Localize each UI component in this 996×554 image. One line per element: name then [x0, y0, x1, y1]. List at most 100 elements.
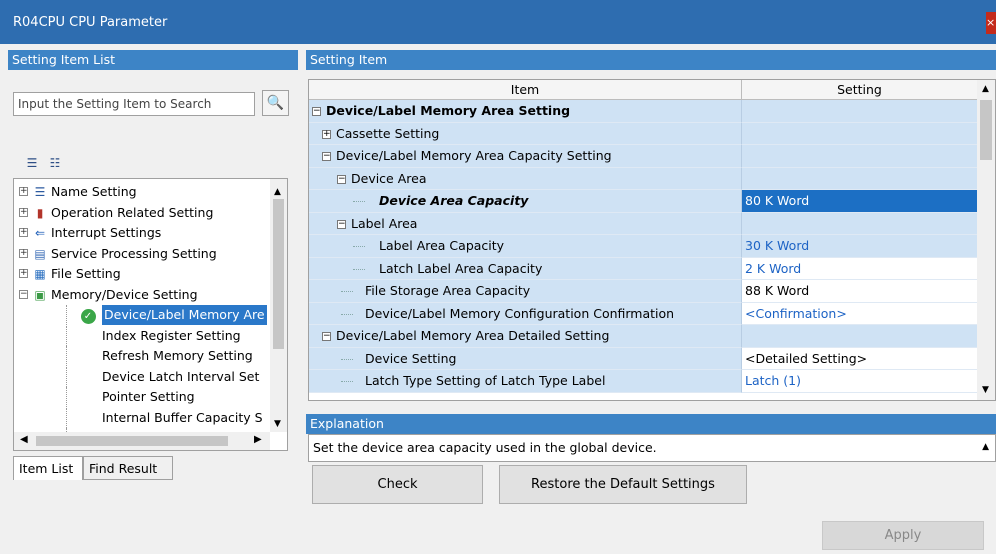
tree-item[interactable]: + ⇐ Interrupt Settings — [14, 223, 270, 243]
item-label: Latch Type Setting of Latch Type Label — [365, 373, 606, 388]
operation-setting-icon: ▮ — [36, 205, 44, 220]
column-header-setting: Setting — [741, 80, 977, 100]
item-cell: Latch Label Area Capacity — [309, 257, 741, 280]
tree-item[interactable]: + ▦ File Setting — [14, 264, 270, 284]
grid-scroll-up-icon[interactable]: ▲ — [982, 84, 989, 94]
expand-icon[interactable]: + — [19, 207, 28, 217]
tree-connector — [66, 325, 68, 346]
setting-row[interactable]: + Cassette Setting — [309, 122, 977, 145]
expand-icon[interactable]: + — [19, 269, 28, 278]
tree-item[interactable]: Pointer Setting — [14, 387, 270, 407]
tree-item[interactable]: Index Register Setting — [14, 325, 270, 346]
setting-value-cell — [741, 212, 977, 235]
binoculars-icon: 🔍 — [266, 95, 285, 111]
item-label: Device Area Capacity — [379, 193, 529, 208]
setting-row[interactable]: − Device/Label Memory Area Capacity Setti… — [309, 145, 977, 168]
collapse-all-icon[interactable]: ☷ — [46, 155, 64, 171]
collapse-icon[interactable]: − — [322, 152, 331, 161]
tree-item-label: Operation Related Setting — [51, 204, 214, 220]
search-input[interactable]: Input the Setting Item to Search — [13, 92, 255, 116]
tree-item[interactable]: Device Latch Interval Set — [14, 366, 270, 387]
tree-item-label: Refresh Memory Setting — [102, 348, 253, 363]
collapse-icon[interactable]: − — [337, 219, 346, 229]
grid-vertical-scrollbar[interactable]: ▲ ▼ — [977, 80, 995, 400]
interrupt-icon: ⇐ — [34, 226, 46, 240]
setting-row[interactable]: − Device/Label Memory Area Detailed Setti… — [309, 325, 977, 348]
setting-row[interactable]: Device Setting <Detailed Setting> — [309, 347, 977, 370]
tree-item-label: Memory/Device Setting — [51, 286, 198, 302]
tree-vertical-scrollbar[interactable]: ▲ ▼ — [270, 179, 287, 432]
scroll-left-icon[interactable]: ◀ — [20, 434, 28, 445]
setting-row[interactable]: File Storage Area Capacity 88 K Word — [309, 280, 977, 303]
tree-hscroll-thumb[interactable] — [36, 436, 228, 446]
item-label: Device Setting — [365, 350, 457, 366]
item-label: Device Area — [351, 170, 427, 186]
tree-item[interactable]: ✓ Device/Label Memory Are — [14, 305, 270, 325]
tree-scroll-thumb[interactable] — [273, 199, 284, 349]
setting-value-cell[interactable]: 2 K Word — [741, 257, 977, 280]
apply-button[interactable]: Apply — [822, 521, 984, 550]
close-button[interactable]: × — [986, 12, 996, 34]
setting-row[interactable]: − Device Area — [309, 167, 977, 190]
tree-connector — [341, 313, 353, 316]
expand-icon[interactable]: + — [322, 129, 331, 139]
item-cell: Device Setting — [309, 347, 741, 370]
setting-row[interactable]: Latch Label Area Capacity 2 K Word — [309, 257, 977, 280]
tree-item[interactable]: + ▤ Service Processing Setting — [14, 244, 270, 264]
scroll-up-icon[interactable]: ▲ — [274, 187, 281, 197]
grid-scroll-thumb[interactable] — [980, 100, 992, 160]
collapse-icon[interactable]: − — [19, 289, 28, 299]
item-cell: − Label Area — [309, 212, 741, 235]
name-setting-icon: ☰ — [34, 185, 46, 199]
setting-row[interactable]: Device Area Capacity 80 K Word — [309, 190, 977, 213]
collapse-icon[interactable]: − — [312, 107, 321, 116]
item-label: Device/Label Memory Area Detailed Settin… — [336, 328, 610, 343]
setting-row[interactable]: − Label Area — [309, 212, 977, 235]
memory-device-icon: ▣ — [34, 287, 46, 302]
setting-row[interactable]: Latch Type Setting of Latch Type Label La… — [309, 370, 977, 393]
grid-scroll-down-icon[interactable]: ▼ — [982, 385, 989, 395]
expand-icon[interactable]: + — [19, 228, 28, 237]
tree-item[interactable]: − ▣ Memory/Device Setting — [14, 285, 270, 305]
item-label: File Storage Area Capacity — [365, 283, 531, 298]
tree-item[interactable]: + ▮ Operation Related Setting — [14, 203, 270, 223]
restore-default-button[interactable]: Restore the Default Settings — [499, 465, 747, 504]
tab-find-result[interactable]: Find Result — [83, 456, 173, 480]
collapse-icon[interactable]: − — [337, 174, 346, 184]
tree-connector — [353, 201, 365, 203]
expand-all-icon[interactable]: ☰ — [23, 155, 41, 171]
setting-row[interactable]: Device/Label Memory Configuration Confir… — [309, 302, 977, 325]
item-cell: Device Area Capacity — [309, 190, 741, 213]
setting-value-cell[interactable]: 80 K Word — [741, 190, 977, 213]
setting-grid: Item Setting − Device/Label Memory Area S… — [308, 79, 996, 401]
item-cell: − Device/Label Memory Area Capacity Setti… — [309, 145, 741, 168]
setting-value-cell[interactable]: <Confirmation> — [741, 302, 977, 325]
collapse-icon[interactable]: − — [322, 332, 331, 341]
setting-row[interactable]: − Device/Label Memory Area Setting — [309, 100, 977, 123]
setting-value-cell[interactable]: Latch (1) — [741, 370, 977, 393]
expand-icon[interactable]: + — [19, 187, 28, 196]
scroll-right-icon[interactable]: ▶ — [254, 434, 262, 445]
setting-value-cell[interactable]: 30 K Word — [741, 235, 977, 258]
tree-horizontal-scrollbar[interactable]: ◀ ▶ — [14, 432, 270, 450]
tree-item[interactable]: Internal Buffer Capacity S — [14, 407, 270, 428]
tree-item-label: Pointer Setting — [102, 389, 195, 404]
scroll-down-icon[interactable]: ▼ — [274, 419, 281, 429]
tree-connector — [66, 346, 68, 366]
explanation-scroll-up-icon[interactable]: ▲ — [982, 442, 989, 452]
search-button[interactable]: 🔍 — [262, 90, 289, 116]
tree-connector — [353, 268, 365, 271]
setting-value-cell — [741, 167, 977, 190]
tab-item-list[interactable]: Item List — [13, 456, 83, 480]
setting-value-cell[interactable]: <Detailed Setting> — [741, 347, 977, 370]
tree-item[interactable]: + ☰ Name Setting — [14, 182, 270, 202]
setting-value-cell[interactable]: 88 K Word — [741, 280, 977, 303]
column-header-item: Item — [309, 80, 741, 100]
tree-item-label: Device Latch Interval Set — [102, 368, 260, 384]
setting-row[interactable]: Label Area Capacity 30 K Word — [309, 235, 977, 258]
expand-icon[interactable]: + — [19, 248, 28, 258]
check-button[interactable]: Check — [312, 465, 483, 504]
tree-item-label: File Setting — [51, 266, 121, 281]
tree-connector — [353, 246, 365, 248]
tree-item[interactable]: Refresh Memory Setting — [14, 346, 270, 366]
